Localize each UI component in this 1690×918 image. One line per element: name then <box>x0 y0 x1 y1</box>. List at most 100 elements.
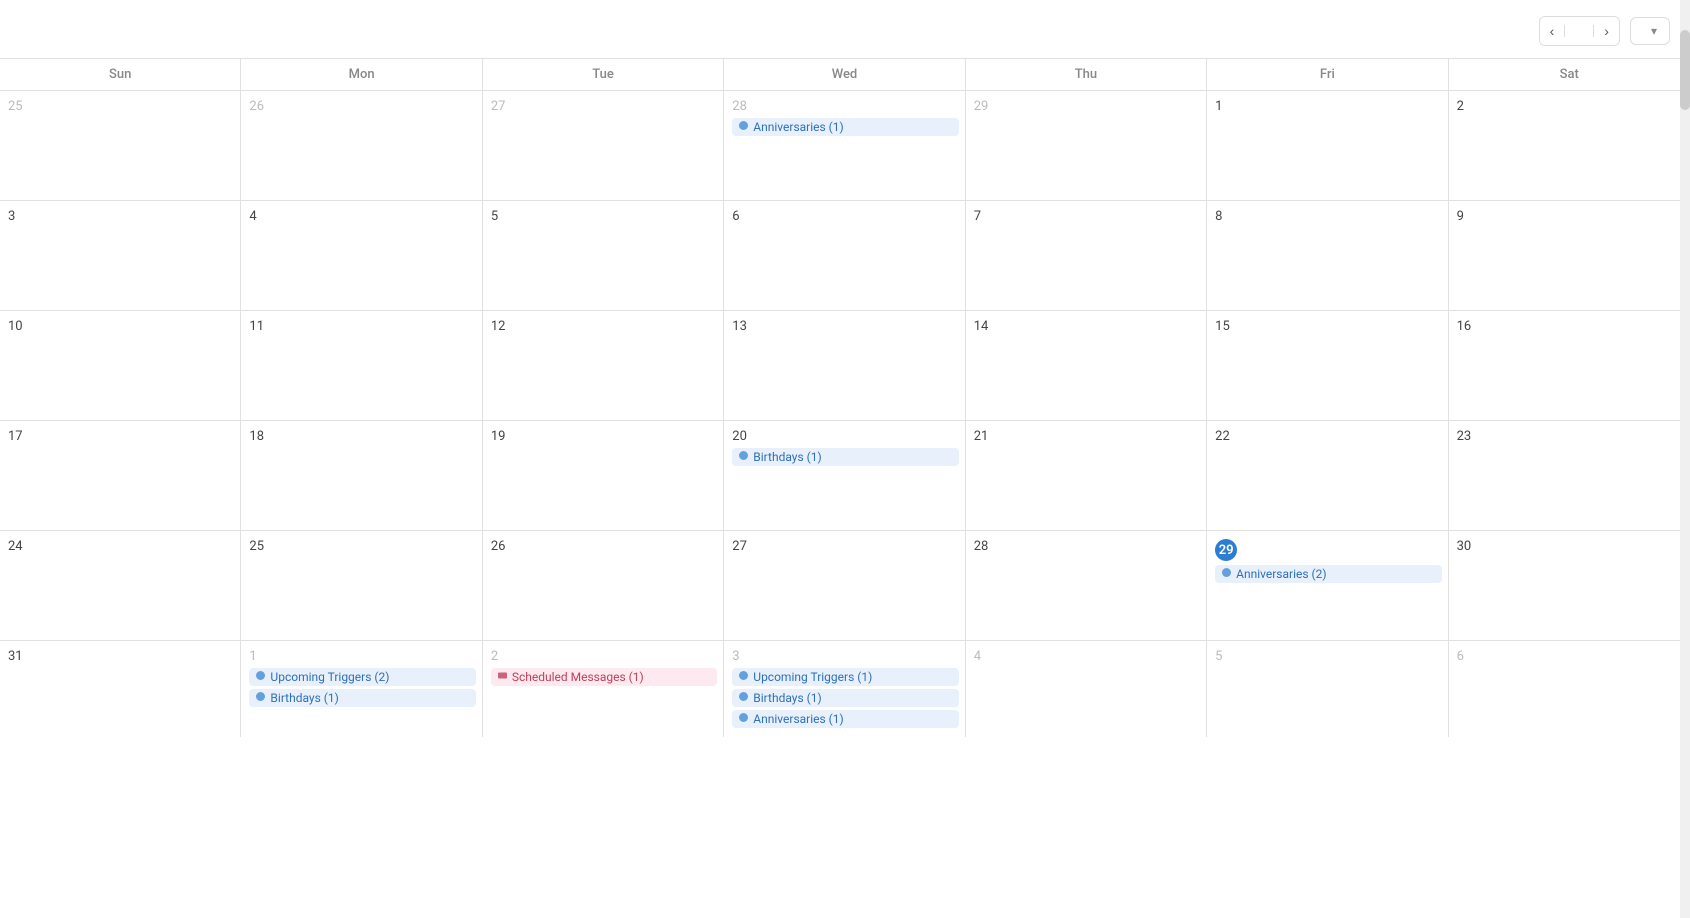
event-chip[interactable]: Birthdays (1) <box>249 689 475 707</box>
event-label: Upcoming Triggers (2) <box>270 670 389 684</box>
scrollbar-track[interactable] <box>1680 0 1690 918</box>
event-chip[interactable]: Upcoming Triggers (2) <box>249 668 475 686</box>
day-number: 29 <box>1215 539 1237 561</box>
event-label: Birthdays (1) <box>753 450 821 464</box>
day-cell[interactable]: 17 <box>0 421 241 530</box>
day-cell[interactable]: 7 <box>966 201 1207 310</box>
day-number: 17 <box>8 429 234 444</box>
day-cell[interactable]: 10 <box>0 311 241 420</box>
day-cell[interactable]: 23 <box>1449 421 1690 530</box>
day-cell[interactable]: 28 Anniversaries (1) <box>724 91 965 200</box>
day-cell[interactable]: 3 <box>0 201 241 310</box>
day-number: 1 <box>1215 99 1441 114</box>
week-row: 17 18 19 20Birthdays (1) 21 2223 <box>0 421 1690 531</box>
next-month-button[interactable]: › <box>1594 17 1619 45</box>
day-number: 30 <box>1457 539 1684 554</box>
event-label: Scheduled Messages (1) <box>512 670 644 684</box>
day-cell[interactable]: 12 <box>483 311 724 420</box>
day-cell[interactable]: 29 Anniversaries (2) <box>1207 531 1448 640</box>
day-cell[interactable]: 29 <box>966 91 1207 200</box>
day-cell[interactable]: 31 <box>0 641 241 737</box>
day-cell[interactable]: 21 <box>966 421 1207 530</box>
day-cell[interactable]: 18 <box>241 421 482 530</box>
scrollbar-thumb[interactable] <box>1680 30 1690 110</box>
day-number: 15 <box>1215 319 1441 334</box>
day-cell[interactable]: 2Scheduled Messages (1) <box>483 641 724 737</box>
header-controls: ‹ › ▾ <box>1539 16 1670 46</box>
event-icon <box>738 712 749 726</box>
week-row: 3456 789 <box>0 201 1690 311</box>
day-header-sat: Sat <box>1449 59 1690 90</box>
day-cell[interactable]: 28 <box>966 531 1207 640</box>
event-chip[interactable]: Birthdays (1) <box>732 448 958 466</box>
day-cell[interactable]: 19 <box>483 421 724 530</box>
day-cell[interactable]: 15 <box>1207 311 1448 420</box>
day-cell[interactable]: 25 <box>0 91 241 200</box>
day-number: 18 <box>249 429 475 444</box>
day-cell[interactable]: 11 <box>241 311 482 420</box>
prev-month-button[interactable]: ‹ <box>1540 17 1565 45</box>
day-cell[interactable]: 26 <box>241 91 482 200</box>
day-headers: SunMonTueWedThuFriSat <box>0 59 1690 91</box>
day-number: 26 <box>249 99 475 114</box>
day-cell[interactable]: 30 <box>1449 531 1690 640</box>
event-chip[interactable]: Upcoming Triggers (1) <box>732 668 958 686</box>
event-chip[interactable]: Anniversaries (1) <box>732 118 958 136</box>
week-row: 25 26 27 28 Anniversaries (1) 29 12 <box>0 91 1690 201</box>
event-icon <box>497 670 508 684</box>
day-cell[interactable]: 25 <box>241 531 482 640</box>
day-number: 9 <box>1457 209 1684 224</box>
event-chip[interactable]: Anniversaries (1) <box>732 710 958 728</box>
day-cell[interactable]: 24 <box>0 531 241 640</box>
day-number: 31 <box>8 649 234 664</box>
day-number: 25 <box>8 99 234 114</box>
event-chip[interactable]: Anniversaries (2) <box>1215 565 1441 583</box>
day-number: 28 <box>732 99 958 114</box>
week-row: 311Upcoming Triggers (2)Birthdays (1)2Sc… <box>0 641 1690 737</box>
day-number: 3 <box>8 209 234 224</box>
event-label: Birthdays (1) <box>270 691 338 705</box>
day-cell[interactable]: 14 <box>966 311 1207 420</box>
day-number: 3 <box>732 649 958 664</box>
day-number: 24 <box>8 539 234 554</box>
day-cell[interactable]: 6 <box>1449 641 1690 737</box>
day-cell[interactable]: 20Birthdays (1) <box>724 421 965 530</box>
chevron-left-icon: ‹ <box>1550 23 1555 39</box>
day-cell[interactable]: 22 <box>1207 421 1448 530</box>
day-number: 27 <box>732 539 958 554</box>
day-cell[interactable]: 3 Upcoming Triggers (1) Birthdays (1) Anniv… <box>724 641 965 737</box>
event-chip[interactable]: Scheduled Messages (1) <box>491 668 717 686</box>
day-number: 7 <box>974 209 1200 224</box>
chevron-down-icon: ▾ <box>1651 24 1657 38</box>
day-cell[interactable]: 16 <box>1449 311 1690 420</box>
day-number: 21 <box>974 429 1200 444</box>
day-number: 27 <box>491 99 717 114</box>
event-chip[interactable]: Birthdays (1) <box>732 689 958 707</box>
day-cell[interactable]: 1 <box>1207 91 1448 200</box>
event-icon <box>1221 567 1232 581</box>
day-cell[interactable]: 9 <box>1449 201 1690 310</box>
day-cell[interactable]: 8 <box>1207 201 1448 310</box>
event-icon <box>255 691 266 705</box>
day-header-fri: Fri <box>1207 59 1448 90</box>
day-cell[interactable]: 5 <box>483 201 724 310</box>
event-label: Anniversaries (2) <box>1236 567 1326 581</box>
filter-dropdown[interactable]: ▾ <box>1630 17 1670 45</box>
today-button[interactable] <box>1564 25 1594 37</box>
day-cell[interactable]: 27 <box>483 91 724 200</box>
day-cell[interactable]: 6 <box>724 201 965 310</box>
day-number: 25 <box>249 539 475 554</box>
weeks-container: 25262728Anniversaries (1)291234567891011… <box>0 91 1690 737</box>
day-cell[interactable]: 26 <box>483 531 724 640</box>
day-cell[interactable]: 5 <box>1207 641 1448 737</box>
day-cell[interactable]: 13 <box>724 311 965 420</box>
day-cell[interactable]: 4 <box>966 641 1207 737</box>
day-cell[interactable]: 4 <box>241 201 482 310</box>
day-cell[interactable]: 1Upcoming Triggers (2)Birthdays (1) <box>241 641 482 737</box>
day-cell[interactable]: 2 <box>1449 91 1690 200</box>
day-header-mon: Mon <box>241 59 482 90</box>
day-cell[interactable]: 27 <box>724 531 965 640</box>
day-number: 6 <box>732 209 958 224</box>
day-number: 19 <box>491 429 717 444</box>
day-number: 5 <box>491 209 717 224</box>
